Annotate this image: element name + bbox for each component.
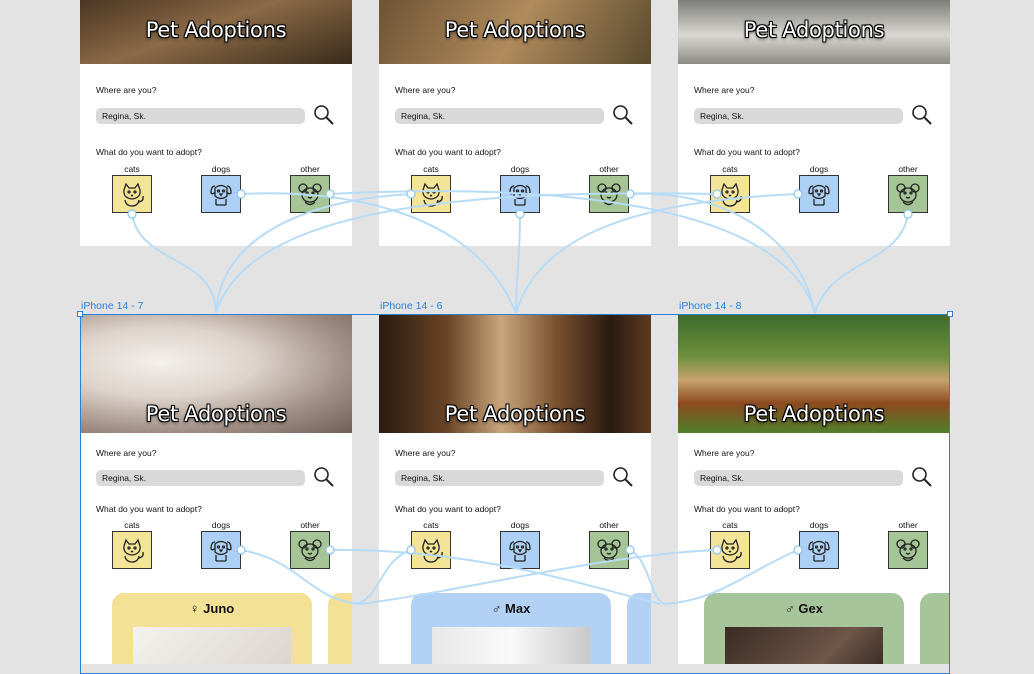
other-label: other	[599, 164, 619, 174]
dogs-button[interactable]	[500, 175, 540, 213]
frame-label[interactable]: iPhone 14 - 8	[679, 300, 741, 312]
app-title: Pet Adoptions	[444, 18, 586, 42]
selection-outline[interactable]	[80, 314, 950, 674]
frame-label[interactable]: iPhone 14 - 7	[81, 300, 143, 312]
app-title: Pet Adoptions	[743, 18, 885, 42]
other-button[interactable]	[290, 175, 330, 213]
frame-top-other: Pet Adoptions Where are you? Regina, Sk.…	[678, 0, 950, 246]
hero-image: Pet Adoptions	[678, 0, 950, 64]
location-input[interactable]: Regina, Sk.	[96, 108, 305, 124]
dogs-button[interactable]	[799, 175, 839, 213]
frame-label[interactable]: iPhone 14 - 6	[380, 300, 442, 312]
other-label: other	[300, 164, 320, 174]
search-icon[interactable]	[911, 104, 933, 126]
cats-button[interactable]	[411, 175, 451, 213]
selection-handle[interactable]	[77, 311, 83, 317]
other-label: other	[898, 164, 918, 174]
app-title: Pet Adoptions	[145, 18, 287, 42]
cats-button[interactable]	[710, 175, 750, 213]
adopt-prompt: What do you want to adopt?	[395, 147, 501, 157]
selection-handle[interactable]	[947, 311, 953, 317]
location-input[interactable]: Regina, Sk.	[395, 108, 604, 124]
hero-image: Pet Adoptions	[379, 0, 651, 64]
cats-button[interactable]	[112, 175, 152, 213]
frame-top-cats: Pet Adoptions Where are you? Regina, Sk.…	[80, 0, 352, 246]
frame-top-dogs: Pet Adoptions Where are you? Regina, Sk.…	[379, 0, 651, 246]
search-icon[interactable]	[313, 104, 335, 126]
location-prompt: Where are you?	[395, 85, 456, 95]
hero-image: Pet Adoptions	[80, 0, 352, 64]
other-button[interactable]	[589, 175, 629, 213]
search-icon[interactable]	[612, 104, 634, 126]
dogs-button[interactable]	[201, 175, 241, 213]
location-prompt: Where are you?	[694, 85, 755, 95]
cats-label: cats	[124, 164, 140, 174]
dogs-label: dogs	[809, 164, 829, 174]
cats-label: cats	[423, 164, 439, 174]
dogs-label: dogs	[211, 164, 231, 174]
other-button[interactable]	[888, 175, 928, 213]
adopt-prompt: What do you want to adopt?	[694, 147, 800, 157]
location-input[interactable]: Regina, Sk.	[694, 108, 903, 124]
cats-label: cats	[722, 164, 738, 174]
dogs-label: dogs	[510, 164, 530, 174]
location-prompt: Where are you?	[96, 85, 157, 95]
adopt-prompt: What do you want to adopt?	[96, 147, 202, 157]
